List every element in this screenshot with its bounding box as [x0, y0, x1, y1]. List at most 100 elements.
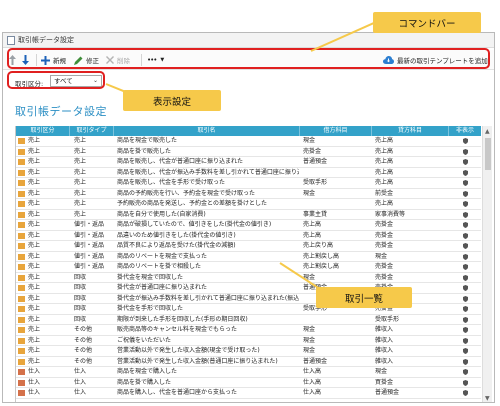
table-row[interactable]: 売上 売上 予約販売の商品を発送し、予約金との差額を掛けとした 売上高: [16, 199, 481, 210]
shield-icon[interactable]: [463, 358, 468, 365]
table-row[interactable]: 売上 売上 商品を現金で販売した 現金 売上高: [16, 136, 481, 147]
sales-icon: [18, 232, 25, 239]
table-row[interactable]: 売上 その他 営業活動以外で発生した収入金額(普通口座に振り込まれた) 普通預金 雑収入: [16, 357, 481, 367]
shield-icon[interactable]: [463, 148, 468, 155]
table-row[interactable]: 売上 値引・返品 品違いのため値引きをした(掛代金の値引き) 売上高 売掛金: [16, 231, 481, 241]
table-row[interactable]: 仕入 仕入 商品を掛で購入した 仕入高 買掛金: [16, 378, 481, 388]
cell-debit: 売上戻り高: [303, 242, 334, 249]
cell-kind: 売上: [28, 221, 41, 228]
table-row[interactable]: 売上 売上 商品を掛で販売した 売掛金 売上高: [16, 147, 481, 157]
cell-credit: 売掛金: [375, 263, 394, 270]
table-row[interactable]: 売上 回収 期限が到来した手形を回収した(手形の期日回収) 受取手形: [16, 315, 481, 325]
column-header-type[interactable]: 取引タイプ: [70, 126, 114, 136]
column-header-kind[interactable]: 取引区分: [16, 126, 70, 136]
shield-icon[interactable]: [463, 190, 468, 197]
column-header-name[interactable]: 取引名: [114, 126, 300, 136]
cell-name: 掛代金を現金で回収した: [117, 273, 184, 281]
shield-icon[interactable]: [463, 169, 468, 176]
shield-icon[interactable]: [463, 337, 468, 344]
cell-name: 商品を販売し、代金が振込み手数料を差し引かれて普通口座に振り込まれた: [117, 168, 299, 176]
cell-debit: 受取手形: [303, 179, 328, 186]
cell-name: 商品を購入し、代金を普通口座から支払った: [117, 389, 238, 396]
cell-type: その他: [74, 336, 93, 344]
scroll-up-icon[interactable]: ▲: [485, 128, 490, 135]
cell-type: 回収: [74, 294, 87, 302]
shield-icon[interactable]: [463, 379, 468, 386]
cell-credit: 売上高: [375, 137, 394, 144]
shield-icon[interactable]: [463, 222, 468, 228]
cell-kind: 売上: [28, 189, 41, 197]
cell-credit: 売上高: [375, 168, 394, 176]
cell-kind: 売上: [28, 158, 41, 165]
cell-credit: 普通預金: [375, 389, 400, 396]
shield-icon[interactable]: [463, 138, 468, 144]
scroll-down-icon[interactable]: ▼: [485, 395, 490, 402]
sales-icon: [18, 295, 25, 302]
column-header-credit[interactable]: 貸方科目: [372, 126, 449, 136]
shield-icon[interactable]: [463, 253, 468, 260]
table-row[interactable]: 売上 値引・返品 品質不良により返品を受けた(掛代金の減額) 売上戻り高 売掛金: [16, 241, 481, 252]
table-row[interactable]: 売上 売上 商品を販売し、代金が普通口座に振り込まれた 普通預金 売上高: [16, 157, 481, 168]
shield-icon[interactable]: [463, 180, 468, 186]
display-settings-highlight: [7, 71, 105, 89]
shield-icon[interactable]: [463, 264, 468, 270]
cell-kind: 仕入: [28, 378, 41, 386]
table-row[interactable]: 売上 売上 商品の予約販売を行い、予約金を現金で受け取った 現金 前受金: [16, 189, 481, 199]
cell-name: 商品が破損していたので、値引きをした(掛代金の値引き): [117, 221, 272, 228]
table-row[interactable]: 売上 その他 ご祝儀をいただいた 現金 雑収入: [16, 336, 481, 346]
shield-icon[interactable]: [463, 390, 468, 396]
vertical-scrollbar[interactable]: ▲ ▼: [482, 126, 492, 402]
shield-icon[interactable]: [463, 159, 468, 165]
table-row[interactable]: 売上 その他 販売商品等のキャンセル料を現金でもらった 現金 雑収入: [16, 325, 481, 336]
cell-debit: 普通預金: [303, 158, 328, 165]
shield-icon[interactable]: [463, 285, 468, 291]
cell-name: 掛代金が振込み手数料を差し引かれて普通口座に振り込まれた(振込手数料: [117, 294, 299, 302]
shield-icon[interactable]: [463, 369, 468, 375]
table-row[interactable]: 売上 値引・返品 商品が破損していたので、値引きをした(掛代金の値引き) 売上高 売掛金: [16, 220, 481, 231]
column-header-debit[interactable]: 借方科目: [300, 126, 372, 136]
window-title: 取引帳データ設定: [18, 36, 74, 44]
table-row[interactable]: 売上 その他 営業活動以外で発生した収入金額(現金で受け取った) 現金 雑収入: [16, 346, 481, 357]
cell-type: 売上: [74, 179, 87, 186]
cell-credit: 売上高: [375, 179, 394, 186]
scroll-thumb[interactable]: [485, 138, 491, 170]
cell-type: 売上: [74, 158, 87, 165]
sales-icon: [18, 348, 25, 354]
cell-type: 売上: [74, 137, 87, 144]
cell-type: 値引・返品: [74, 252, 105, 260]
cell-credit: 雑収入: [375, 357, 394, 365]
shield-icon[interactable]: [463, 295, 468, 302]
table-row[interactable]: 仕入 仕入 商品を購入し、代金を普通口座から支払った 仕入高 普通預金: [16, 388, 481, 399]
shield-icon[interactable]: [463, 306, 468, 312]
shield-icon[interactable]: [463, 327, 468, 333]
shield-icon[interactable]: [463, 243, 468, 249]
table-row[interactable]: 売上 回収 掛代金を現金で回収した 現金 売掛金: [16, 273, 481, 283]
table-row[interactable]: 売上 値引・返品 商品のリベートを現金で支払った 売上割戻し高 現金: [16, 252, 481, 262]
shield-icon[interactable]: [463, 274, 468, 281]
table-row[interactable]: 売上 売上 商品を自分で使用した(自家消費) 事業主貸 家事消費等: [16, 210, 481, 220]
cell-name: 販売商品等のキャンセル料を現金でもらった: [117, 326, 238, 333]
table-row[interactable]: 売上 売上 商品を販売し、代金を手形で受け取った 受取手形 売上高: [16, 178, 481, 189]
table-row[interactable]: 売上 売上 商品を販売し、代金が振込み手数料を差し引かれて普通口座に振り込まれた 売上…: [16, 168, 481, 178]
shield-icon[interactable]: [463, 232, 468, 239]
cell-debit: 売上高: [303, 231, 322, 239]
sales-icon: [18, 211, 25, 218]
cell-debit: 普通預金: [303, 357, 328, 365]
cell-type: 仕入: [74, 389, 87, 396]
purchase-icon: [18, 369, 25, 375]
table-row[interactable]: 仕入 仕入 商品を現金で購入した 仕入高 現金: [16, 367, 481, 378]
cell-kind: 売上: [28, 326, 41, 333]
cell-debit: [303, 315, 371, 325]
shield-icon[interactable]: [463, 316, 468, 323]
cell-kind: 売上: [28, 210, 41, 218]
shield-icon[interactable]: [463, 348, 468, 354]
sales-icon: [18, 159, 25, 165]
cell-type: 売上: [74, 189, 87, 197]
cell-kind: 売上: [28, 284, 41, 291]
shield-icon[interactable]: [463, 201, 468, 207]
column-header-hidden[interactable]: 非表示: [449, 126, 481, 136]
table-row[interactable]: 売上 値引・返品 商品のリベートを掛で相殺した 売上割戻し高 売掛金: [16, 262, 481, 273]
shield-icon[interactable]: [463, 211, 468, 218]
sales-icon: [18, 285, 25, 291]
cell-debit: 売上割戻し高: [303, 263, 340, 270]
